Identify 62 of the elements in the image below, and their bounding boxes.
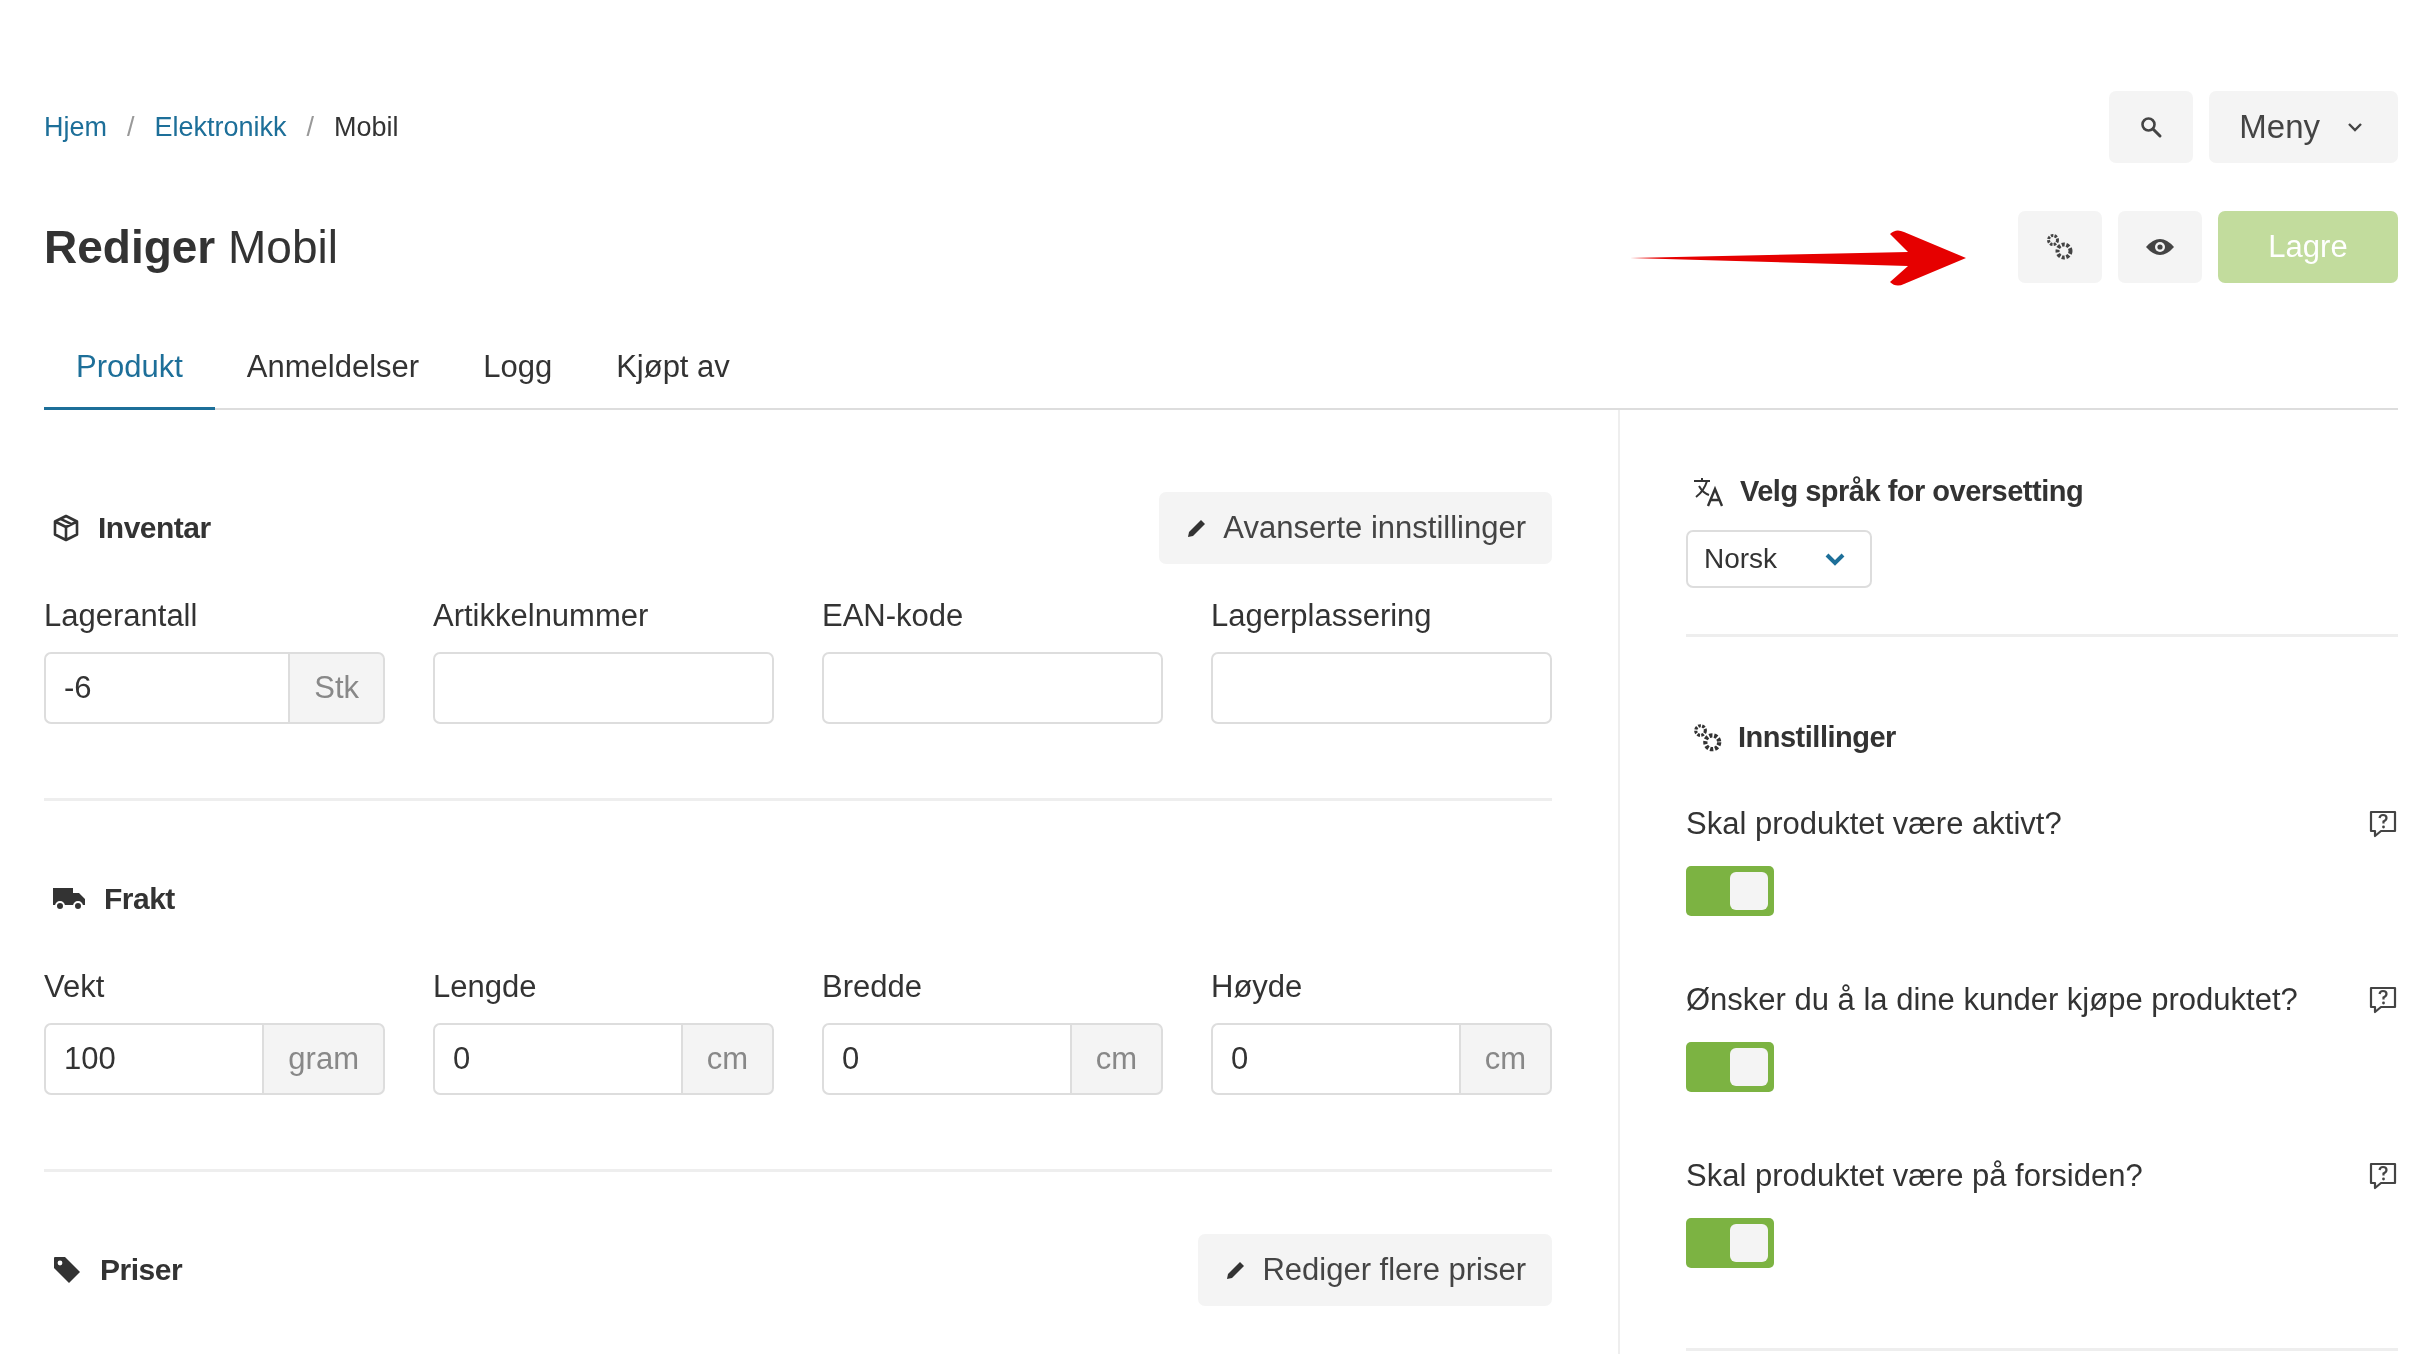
- edit-button[interactable]: Avanserte innstillinger: [1159, 492, 1552, 564]
- search-button[interactable]: [2109, 91, 2194, 163]
- box-icon: [52, 514, 80, 542]
- input-field[interactable]: 0: [822, 1023, 1070, 1095]
- help-icon[interactable]: [2368, 1161, 2398, 1191]
- tag-icon: [52, 1255, 82, 1285]
- section-title: Frakt: [104, 882, 175, 916]
- unit-label: cm: [1069, 1023, 1163, 1095]
- input-field[interactable]: [1211, 652, 1552, 724]
- field-label: Høyde: [1211, 969, 1304, 1005]
- setting-question: Skal produktet være aktivt?: [1686, 806, 2062, 842]
- chevron-down-icon: [2346, 121, 2364, 133]
- section-title: Innstillinger: [1738, 721, 1896, 754]
- input-field[interactable]: 0: [1211, 1023, 1459, 1095]
- tab[interactable]: Logg: [451, 331, 585, 410]
- gears-icon: [1692, 721, 1724, 754]
- tab[interactable]: Produkt: [44, 331, 215, 410]
- field-label: Vekt: [44, 969, 106, 1005]
- unit-label: Stk: [288, 652, 385, 724]
- page-title: Rediger Mobil: [44, 220, 338, 274]
- toggle-switch[interactable]: [1686, 1042, 1774, 1092]
- search-icon: [2139, 115, 2164, 139]
- edit-button[interactable]: Rediger flere priser: [1198, 1234, 1552, 1306]
- tab[interactable]: Anmeldelser: [214, 331, 452, 410]
- section-title: Priser: [100, 1253, 183, 1287]
- setting-question: Skal produktet være på forsiden?: [1686, 1158, 2143, 1194]
- breadcrumb-separator: /: [127, 111, 135, 143]
- setting-question: Ønsker du å la dine kunder kjøpe produktet?: [1686, 982, 2298, 1018]
- section-title: Velg språk for oversetting: [1740, 475, 2084, 508]
- input-field[interactable]: 100: [44, 1023, 263, 1095]
- breadcrumb-separator: /: [306, 111, 315, 143]
- tab[interactable]: Kjøpt av: [584, 331, 762, 410]
- input-field[interactable]: [433, 652, 774, 724]
- section-title: Inventar: [98, 511, 211, 545]
- language-select[interactable]: Norsk: [1686, 530, 1872, 588]
- truck-icon: [52, 886, 86, 912]
- settings-button[interactable]: [2018, 211, 2102, 283]
- field-label: Bredde: [822, 969, 923, 1005]
- field-label: EAN-kode: [822, 598, 965, 634]
- breadcrumb-link[interactable]: Hjem: [44, 111, 107, 143]
- input-field[interactable]: 0: [433, 1023, 681, 1095]
- help-icon[interactable]: [2368, 985, 2398, 1015]
- input-field[interactable]: [822, 652, 1163, 724]
- chevron-down-icon: [1824, 552, 1846, 566]
- gears-icon: [2045, 232, 2075, 262]
- unit-label: cm: [1458, 1023, 1552, 1095]
- field-label: Lagerantall: [44, 598, 199, 634]
- preview-button[interactable]: [2118, 211, 2202, 283]
- input-field[interactable]: -6: [44, 652, 289, 724]
- help-icon[interactable]: [2368, 809, 2398, 839]
- translate-icon: [1692, 476, 1726, 507]
- menu-button[interactable]: Meny: [2209, 91, 2398, 163]
- toggle-switch[interactable]: [1686, 1218, 1774, 1268]
- unit-label: gram: [262, 1023, 385, 1095]
- field-label: Lengde: [433, 969, 538, 1005]
- eye-icon: [2145, 237, 2175, 257]
- unit-label: cm: [680, 1023, 774, 1095]
- breadcrumb-link[interactable]: Elektronikk: [154, 111, 287, 143]
- field-label: Artikkelnummer: [433, 598, 650, 634]
- breadcrumb-current: Mobil: [334, 111, 399, 143]
- toggle-switch[interactable]: [1686, 866, 1774, 916]
- field-label: Lagerplassering: [1211, 598, 1433, 634]
